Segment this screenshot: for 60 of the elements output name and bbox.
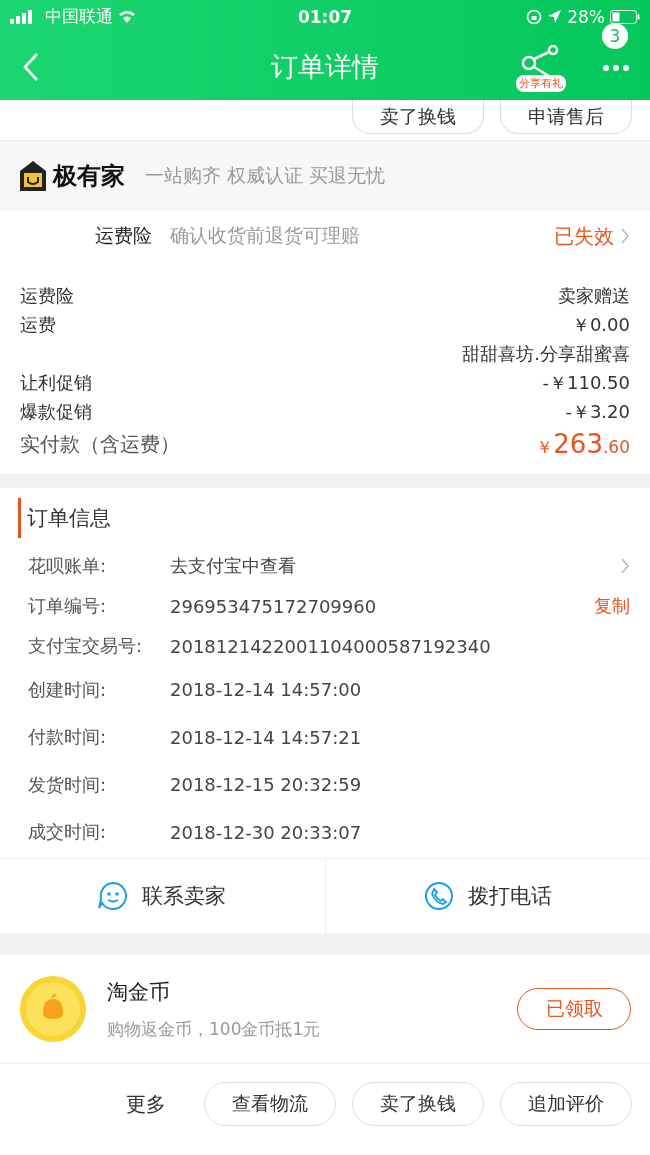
- total-amount: ￥263.60: [536, 429, 630, 459]
- info-value: 去支付宝中查看: [170, 554, 297, 578]
- more-label[interactable]: 更多: [126, 1090, 166, 1118]
- price-value: 甜甜喜坊.分享甜蜜喜: [462, 341, 630, 366]
- wifi-icon: [118, 10, 136, 23]
- price-label: 运费: [20, 312, 56, 337]
- info-value: 2018-12-15 20:32:59: [170, 774, 363, 796]
- price-value: -￥3.20: [565, 399, 630, 424]
- chevron-icon: [620, 227, 630, 245]
- house-logo-icon: [19, 160, 47, 192]
- battery-percent: 28%: [567, 6, 605, 27]
- price-value: ￥0.00: [571, 312, 630, 337]
- action-button[interactable]: 卖了换钱: [352, 1082, 484, 1126]
- contact-button[interactable]: 联系卖家: [0, 859, 325, 933]
- page-title: 订单详情: [271, 49, 379, 84]
- info-value: 2018-12-30 20:33:07: [170, 821, 363, 843]
- chat-face-icon: [98, 881, 129, 911]
- back-icon[interactable]: [22, 51, 40, 82]
- action-button[interactable]: 卖了换钱: [352, 100, 484, 134]
- info-label: 发货时间:: [28, 772, 108, 797]
- clock-time: 01:07: [297, 6, 353, 27]
- info-value: 2018-12-14 14:57:00: [170, 679, 363, 701]
- price-label: 让利促销: [20, 370, 92, 395]
- chevron-icon[interactable]: [620, 557, 630, 575]
- price-value: -￥110.50: [542, 370, 630, 395]
- copy-link[interactable]: 复制: [594, 594, 630, 618]
- insurance-desc: 确认收货前退货可理赔: [170, 223, 360, 248]
- action-button[interactable]: 查看物流: [204, 1082, 336, 1126]
- info-value: 296953475172709960: [170, 595, 378, 617]
- more-icon[interactable]: [602, 64, 630, 72]
- location-icon: [547, 9, 563, 24]
- carrier-name: 中国联通: [45, 5, 113, 28]
- brand-name: 极有家: [53, 161, 125, 192]
- share-gift-badge: 分享有礼: [516, 75, 566, 92]
- insurance-label: 运费险: [95, 223, 152, 248]
- price-label: 爆款促销: [20, 399, 92, 424]
- price-label: 运费险: [20, 283, 74, 308]
- claimed-button[interactable]: 已领取: [517, 988, 631, 1030]
- section-title: 订单信息: [18, 498, 630, 538]
- info-label: 花呗账单:: [28, 554, 108, 578]
- info-label: 订单编号:: [28, 594, 108, 618]
- info-label: 付款时间:: [28, 725, 108, 750]
- rotation-lock-icon: [526, 8, 543, 25]
- price-value: 卖家赠送: [558, 283, 630, 308]
- info-value: 2018-12-14 14:57:21: [170, 726, 363, 748]
- action-button[interactable]: 申请售后: [500, 100, 632, 134]
- info-label: 创建时间:: [28, 677, 108, 702]
- coins-desc: 购物返金币，100金币抵1元: [107, 1017, 322, 1041]
- coin-icon: [19, 975, 87, 1043]
- info-value: 2018121422001104000587192340: [170, 635, 492, 657]
- phone-icon: [423, 881, 454, 911]
- brand-slogan: 一站购齐 权威认证 买退无忧: [145, 163, 386, 188]
- insurance-status[interactable]: 已失效: [554, 222, 614, 250]
- info-label: 成交时间:: [28, 820, 108, 845]
- coins-title: 淘金币: [107, 978, 171, 1006]
- battery-icon: [610, 9, 640, 24]
- total-label: 实付款（含运费）: [20, 430, 180, 458]
- action-button[interactable]: 追加评价: [500, 1082, 632, 1126]
- message-count-badge: 3: [602, 23, 628, 49]
- info-label: 支付宝交易号:: [28, 634, 144, 658]
